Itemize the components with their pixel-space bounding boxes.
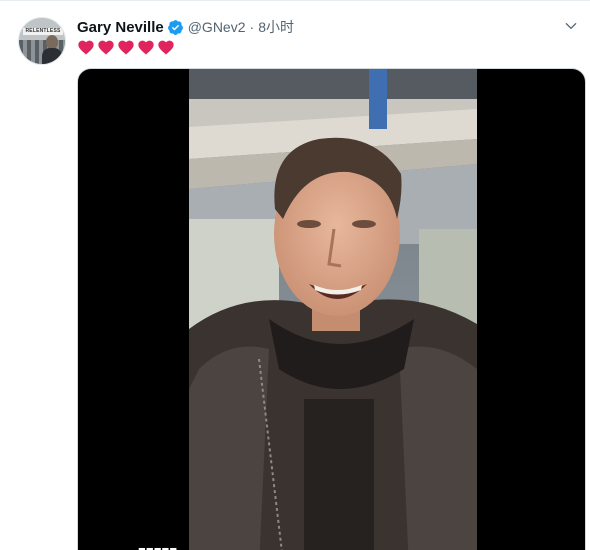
author-handle[interactable]: @GNev2 xyxy=(188,19,246,35)
verified-badge-icon xyxy=(167,19,183,35)
separator-dot: · xyxy=(249,19,255,35)
video-caption-overlay: ■■■■■ xyxy=(138,543,177,550)
avatar-head xyxy=(46,35,58,49)
heart-icon xyxy=(78,40,94,55)
heart-icon xyxy=(158,40,174,55)
tweet-card[interactable]: RELENTLESS Gary Neville @GNev2 · 8小时 xyxy=(0,0,590,550)
tweet-text xyxy=(77,37,177,57)
video-player[interactable]: ■■■■■ xyxy=(77,68,586,550)
avatar[interactable]: RELENTLESS xyxy=(18,17,66,65)
avatar-body xyxy=(42,48,62,64)
tweet-timestamp[interactable]: 8小时 xyxy=(258,17,294,37)
more-options-chevron-down-icon[interactable] xyxy=(560,15,582,37)
avatar-banner-text: RELENTLESS xyxy=(23,28,63,35)
video-frame[interactable] xyxy=(189,69,477,550)
heart-icon xyxy=(138,40,154,55)
tweet-header: Gary Neville @GNev2 · 8小时 xyxy=(77,17,294,37)
video-still-image xyxy=(189,69,477,550)
author-name[interactable]: Gary Neville xyxy=(77,19,164,36)
heart-icon xyxy=(118,40,134,55)
heart-icon xyxy=(98,40,114,55)
